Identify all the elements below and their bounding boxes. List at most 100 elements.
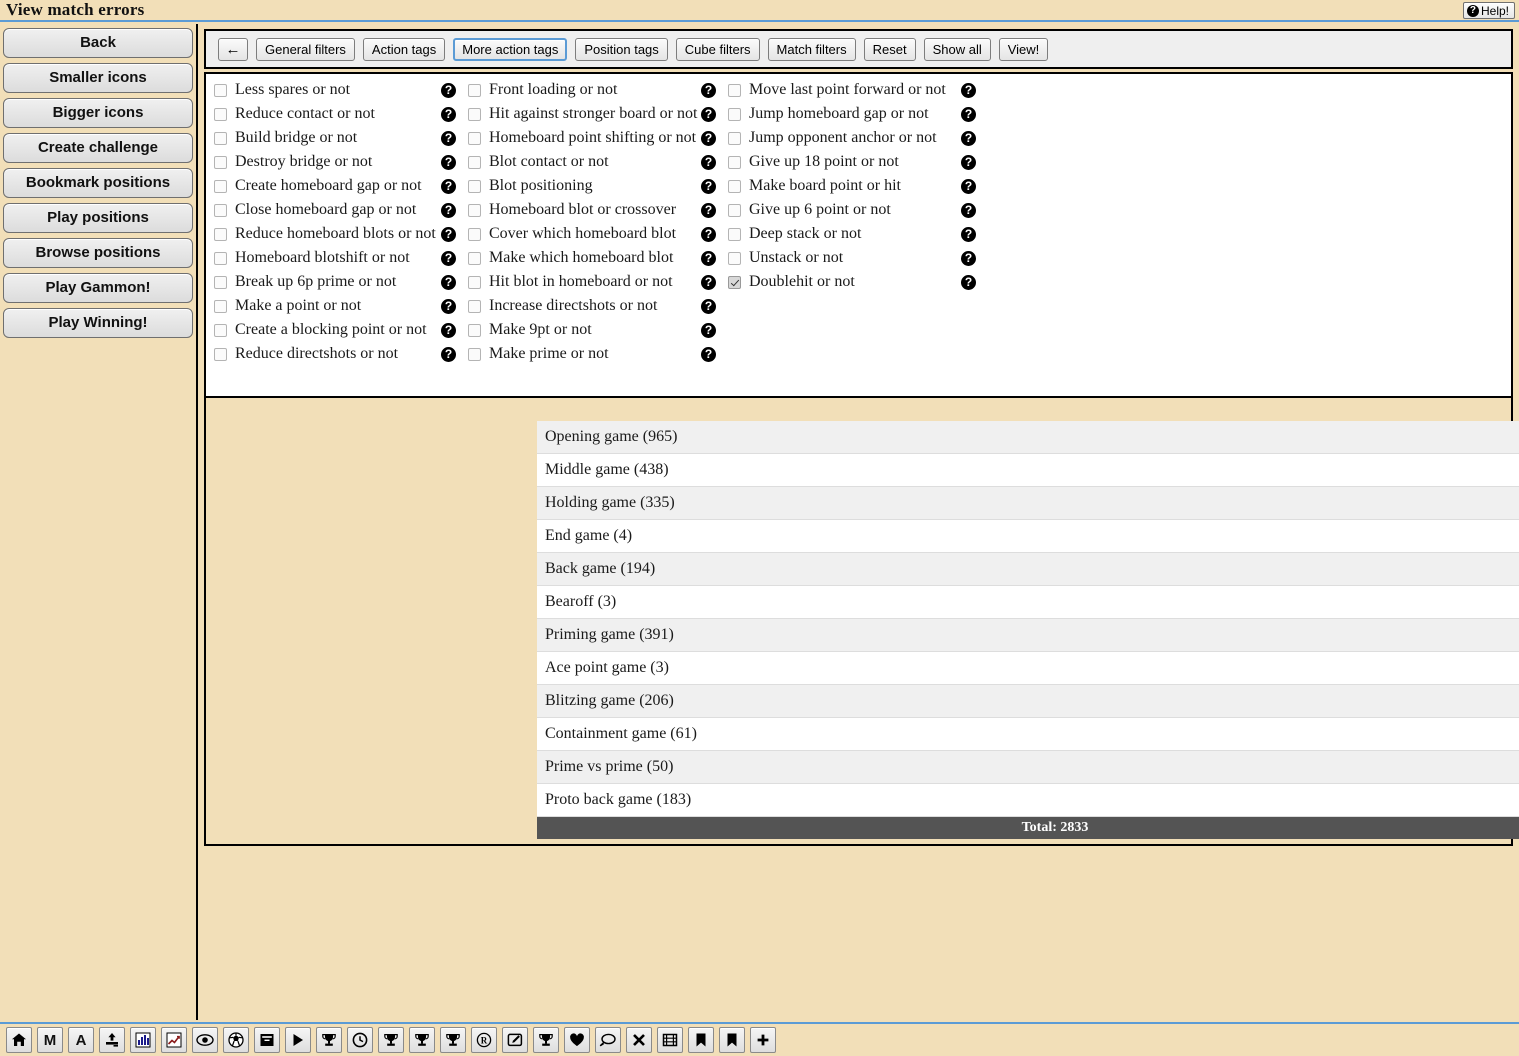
- help-icon-button[interactable]: ?: [961, 153, 976, 171]
- checkbox-reduce-directshots-or-not[interactable]: [214, 347, 227, 361]
- checkbox-make-9pt-or-not[interactable]: [468, 323, 481, 337]
- sidebar-button-play-winning[interactable]: Play Winning!: [3, 308, 193, 338]
- game-type-row[interactable]: Proto back game (183): [537, 784, 1519, 817]
- help-icon-button[interactable]: ?: [441, 153, 456, 171]
- sidebar-button-smaller-icons[interactable]: Smaller icons: [3, 63, 193, 93]
- bookmark-icon[interactable]: [719, 1027, 745, 1053]
- filter-tab-view[interactable]: View!: [998, 37, 1049, 61]
- soccer-ball-icon[interactable]: [223, 1027, 249, 1053]
- help-icon-button[interactable]: ?: [961, 273, 976, 291]
- letter-m-icon[interactable]: M: [37, 1027, 63, 1053]
- letter-a-icon[interactable]: A: [68, 1027, 94, 1053]
- help-icon-button[interactable]: ?: [961, 201, 976, 219]
- action-tag-label[interactable]: Make board point or hit: [749, 177, 901, 195]
- checkbox-unstack-or-not[interactable]: [728, 251, 741, 265]
- eye-icon[interactable]: [192, 1027, 218, 1053]
- action-tag-label[interactable]: Deep stack or not: [749, 225, 861, 243]
- help-icon-button[interactable]: ?: [701, 297, 716, 315]
- sidebar-button-play-positions[interactable]: Play positions: [3, 203, 193, 233]
- help-icon-button[interactable]: ?: [701, 81, 716, 99]
- archive-box-icon[interactable]: [254, 1027, 280, 1053]
- action-tag-label[interactable]: Jump opponent anchor or not: [749, 129, 937, 147]
- action-tag-label[interactable]: Destroy bridge or not: [235, 153, 372, 171]
- game-type-row[interactable]: Holding game (335): [537, 487, 1519, 520]
- trophy-icon[interactable]: [533, 1027, 559, 1053]
- plus-icon[interactable]: [750, 1027, 776, 1053]
- upload-icon[interactable]: [99, 1027, 125, 1053]
- close-x-icon[interactable]: [626, 1027, 652, 1053]
- checkbox-make-which-homeboard-blot[interactable]: [468, 251, 481, 265]
- bar-chart-icon[interactable]: [130, 1027, 156, 1053]
- action-tag-label[interactable]: Create homeboard gap or not: [235, 177, 422, 195]
- checkbox-destroy-bridge-or-not[interactable]: [214, 155, 227, 169]
- checkbox-move-last-point-forward-or-not[interactable]: [728, 83, 741, 97]
- trophy-icon[interactable]: [440, 1027, 466, 1053]
- action-tag-label[interactable]: Blot positioning: [489, 177, 593, 195]
- game-type-row[interactable]: Priming game (391): [537, 619, 1519, 652]
- action-tag-label[interactable]: Cover which homeboard blot: [489, 225, 676, 243]
- action-tag-label[interactable]: Reduce homeboard blots or not: [235, 225, 436, 243]
- checkbox-less-spares-or-not[interactable]: [214, 83, 227, 97]
- checkbox-build-bridge-or-not[interactable]: [214, 131, 227, 145]
- game-type-row[interactable]: Ace point game (3): [537, 652, 1519, 685]
- action-tag-label[interactable]: Create a blocking point or not: [235, 321, 427, 339]
- action-tag-label[interactable]: Reduce contact or not: [235, 105, 375, 123]
- checkbox-homeboard-blot-or-crossover[interactable]: [468, 203, 481, 217]
- edit-pencil-icon[interactable]: [502, 1027, 528, 1053]
- help-icon-button[interactable]: ?: [701, 153, 716, 171]
- help-icon-button[interactable]: ?: [441, 321, 456, 339]
- help-icon-button[interactable]: ?: [441, 273, 456, 291]
- checkbox-deep-stack-or-not[interactable]: [728, 227, 741, 241]
- game-type-row[interactable]: Opening game (965): [537, 421, 1519, 454]
- checkbox-reduce-contact-or-not[interactable]: [214, 107, 227, 121]
- help-icon-button[interactable]: ?: [701, 225, 716, 243]
- help-icon-button[interactable]: ?: [441, 249, 456, 267]
- checkbox-homeboard-blotshift-or-not[interactable]: [214, 251, 227, 265]
- help-icon-button[interactable]: ?: [961, 249, 976, 267]
- help-icon-button[interactable]: ?: [441, 81, 456, 99]
- filter-tab-more-action-tags[interactable]: More action tags: [453, 37, 568, 61]
- checkbox-make-a-point-or-not[interactable]: [214, 299, 227, 313]
- help-icon-button[interactable]: ?: [961, 105, 976, 123]
- game-type-row[interactable]: Bearoff (3): [537, 586, 1519, 619]
- checkbox-front-loading-or-not[interactable]: [468, 83, 481, 97]
- action-tag-label[interactable]: Reduce directshots or not: [235, 345, 398, 363]
- action-tag-label[interactable]: Give up 18 point or not: [749, 153, 899, 171]
- checkbox-make-board-point-or-hit[interactable]: [728, 179, 741, 193]
- game-type-row[interactable]: Containment game (61): [537, 718, 1519, 751]
- help-icon-button[interactable]: ?: [441, 177, 456, 195]
- checkbox-homeboard-point-shifting-or-not[interactable]: [468, 131, 481, 145]
- checkbox-make-prime-or-not[interactable]: [468, 347, 481, 361]
- action-tag-label[interactable]: Make a point or not: [235, 297, 361, 315]
- registered-icon[interactable]: R: [471, 1027, 497, 1053]
- filter-tab-match-filters[interactable]: Match filters: [767, 37, 856, 61]
- bookmark-icon[interactable]: [688, 1027, 714, 1053]
- game-type-row[interactable]: Blitzing game (206): [537, 685, 1519, 718]
- action-tag-label[interactable]: Less spares or not: [235, 81, 350, 99]
- game-type-row[interactable]: Back game (194): [537, 553, 1519, 586]
- sidebar-button-bigger-icons[interactable]: Bigger icons: [3, 98, 193, 128]
- help-icon-button[interactable]: ?: [701, 273, 716, 291]
- help-icon-button[interactable]: ?: [441, 105, 456, 123]
- help-icon-button[interactable]: ?: [441, 345, 456, 363]
- help-icon-button[interactable]: ?: [701, 177, 716, 195]
- action-tag-label[interactable]: Make prime or not: [489, 345, 609, 363]
- checkbox-jump-homeboard-gap-or-not[interactable]: [728, 107, 741, 121]
- checkbox-hit-against-stronger-board-or-not[interactable]: [468, 107, 481, 121]
- action-tag-label[interactable]: Make which homeboard blot: [489, 249, 673, 267]
- checkbox-create-homeboard-gap-or-not[interactable]: [214, 179, 227, 193]
- action-tag-label[interactable]: Hit blot in homeboard or not: [489, 273, 673, 291]
- checkbox-create-a-blocking-point-or-not[interactable]: [214, 323, 227, 337]
- game-type-row[interactable]: End game (4): [537, 520, 1519, 553]
- help-icon-button[interactable]: ?: [961, 225, 976, 243]
- action-tag-label[interactable]: Unstack or not: [749, 249, 843, 267]
- action-tag-label[interactable]: Give up 6 point or not: [749, 201, 891, 219]
- action-tag-label[interactable]: Blot contact or not: [489, 153, 609, 171]
- trophy-icon[interactable]: [409, 1027, 435, 1053]
- checkbox-blot-contact-or-not[interactable]: [468, 155, 481, 169]
- checkbox-close-homeboard-gap-or-not[interactable]: [214, 203, 227, 217]
- checkbox-increase-directshots-or-not[interactable]: [468, 299, 481, 313]
- checkbox-doublehit-or-not[interactable]: [728, 275, 741, 289]
- sidebar-button-create-challenge[interactable]: Create challenge: [3, 133, 193, 163]
- action-tag-label[interactable]: Build bridge or not: [235, 129, 357, 147]
